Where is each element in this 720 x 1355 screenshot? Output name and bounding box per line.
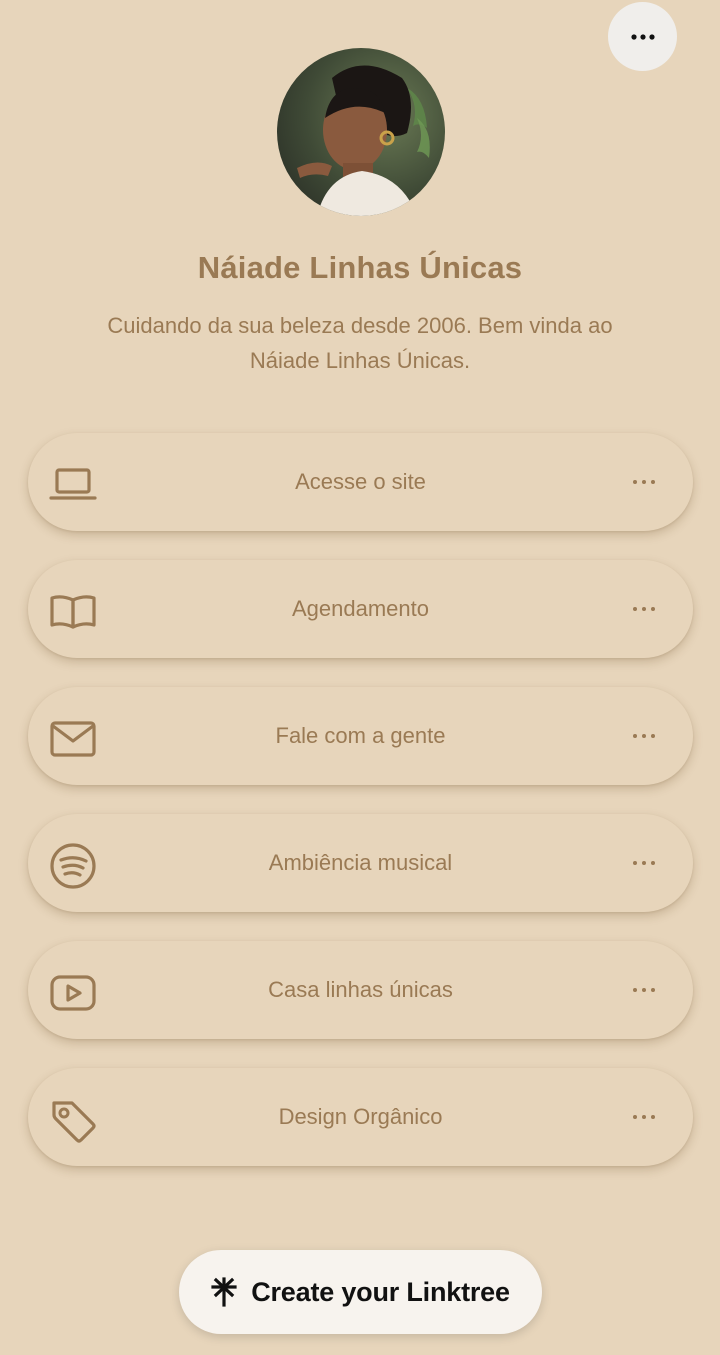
profile-name: Náiade Linhas Únicas [197,250,523,285]
create-linktree-button[interactable]: Create your Linktree [179,1250,542,1334]
laptop-icon [49,468,97,500]
link-fale-com-a-gente[interactable]: Fale com a gente [28,687,693,785]
links-list: Acesse o site Agendamento Fale com a gen… [28,433,693,1195]
more-dots-icon [630,33,655,40]
link-acesse-o-site[interactable]: Acesse o site [28,433,693,531]
link-options-icon[interactable] [631,599,657,619]
profile-bio: Cuidando da sua beleza desde 2006. Bem v… [107,313,613,373]
link-design-organico[interactable]: Design Orgânico [28,1068,693,1166]
link-label: Casa linhas únicas [268,977,453,1002]
link-ambiencia-musical[interactable]: Ambiência musical [28,814,693,912]
linktree-icon [211,1277,237,1307]
link-label: Fale com a gente [275,723,446,748]
link-options-icon[interactable] [631,853,657,873]
youtube-icon [50,975,96,1011]
share-menu-button[interactable] [608,2,677,71]
create-linktree-label: Create your Linktree [251,1276,510,1307]
link-label: Ambiência musical [268,850,453,875]
link-label: Agendamento [292,596,429,621]
link-options-icon[interactable] [631,980,657,1000]
spotify-icon [50,843,96,889]
link-options-icon[interactable] [631,1107,657,1127]
avatar [277,48,445,216]
link-options-icon[interactable] [631,472,657,492]
link-casa-linhas-unicas[interactable]: Casa linhas únicas [28,941,693,1039]
tag-icon [52,1101,96,1143]
link-label: Design Orgânico [278,1104,443,1129]
book-icon [50,595,96,629]
link-agendamento[interactable]: Agendamento [28,560,693,658]
link-label: Acesse o site [295,469,426,494]
mail-icon [50,721,96,757]
link-options-icon[interactable] [631,726,657,746]
